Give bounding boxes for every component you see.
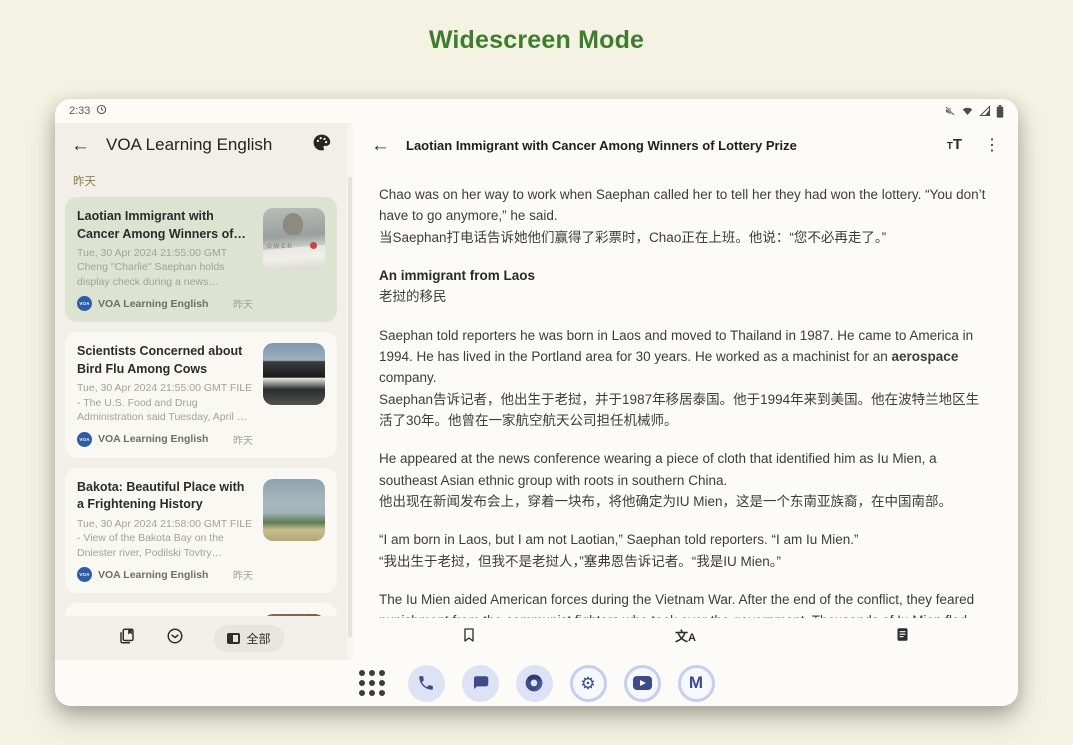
youtube-play-icon xyxy=(633,676,652,690)
article-card-title: Language Is "What Makes Us Human" in New… xyxy=(77,614,253,616)
article-thumbnail xyxy=(263,343,325,405)
paragraph-zh: “我出生于老挝，但我不是老挝人，”塞弗恩告诉记者。“我是IU Mien。” xyxy=(379,551,990,572)
section-heading: An immigrant from Laos 老挝的移民 xyxy=(379,265,990,308)
overflow-menu-icon[interactable]: ⋮ xyxy=(984,135,1000,155)
paragraph-zh: 他出现在新闻发布会上，穿着一块布，将他确定为IU Mien，这是一个东南亚族裔，… xyxy=(379,491,990,512)
article-card-snippet: Tue, 30 Apr 2024 21:55:00 GMT FILE - The… xyxy=(77,381,253,424)
article-card[interactable]: Bakota: Beautiful Place with a Frighteni… xyxy=(65,468,337,593)
voa-logo: VOA xyxy=(77,296,92,311)
page-title: Widescreen Mode xyxy=(0,0,1073,55)
filter-all-label: 全部 xyxy=(246,630,270,647)
feed-filter-icon xyxy=(227,633,240,644)
paragraph-en: The Iu Mien aided American forces during… xyxy=(379,589,990,618)
taskbar-dock: ⚙ M xyxy=(55,660,1018,706)
reader-title: Laotian Immigrant with Cancer Among Winn… xyxy=(406,138,931,153)
article-view-icon[interactable] xyxy=(895,626,910,648)
wifi-icon xyxy=(961,105,974,117)
text-size-icon[interactable]: TT xyxy=(947,136,962,154)
youtube-app-icon[interactable] xyxy=(624,665,661,702)
article-list-pane: ← VOA Learning English 昨天 Laotian Immigr… xyxy=(55,123,347,660)
cell-signal-icon xyxy=(979,105,991,117)
battery-icon xyxy=(996,105,1004,118)
heading-zh: 老挝的移民 xyxy=(379,286,990,307)
article-time: 昨天 xyxy=(233,296,253,311)
gmail-app-icon[interactable]: M xyxy=(678,665,715,702)
paragraph: “I am born in Laos, but I am not Laotian… xyxy=(379,529,990,572)
vocabulary-word[interactable]: aerospace xyxy=(892,349,959,364)
paragraph: He appeared at the news conference weari… xyxy=(379,448,990,512)
article-card[interactable]: Laotian Immigrant with Cancer Among Winn… xyxy=(65,197,337,322)
bookmark-icon[interactable] xyxy=(461,626,477,649)
article-card-title: Bakota: Beautiful Place with a Frighteni… xyxy=(77,479,253,514)
date-section-label: 昨天 xyxy=(55,167,347,197)
reader-pane: ← Laotian Immigrant with Cancer Among Wi… xyxy=(353,123,1018,660)
voa-logo: VOA xyxy=(77,567,92,582)
messages-app-icon[interactable] xyxy=(462,665,499,702)
article-card-snippet: Tue, 30 Apr 2024 21:55:00 GMT Cheng "Cha… xyxy=(77,246,253,289)
paragraph-en: Chao was on her way to work when Saephan… xyxy=(379,184,990,227)
filter-all-chip[interactable]: 全部 xyxy=(214,625,283,652)
translate-icon[interactable]: 文A xyxy=(675,626,696,645)
back-icon[interactable]: ← xyxy=(71,136,90,155)
paragraph-en: “I am born in Laos, but I am not Laotian… xyxy=(379,529,990,550)
article-thumbnail xyxy=(263,614,325,616)
mute-icon xyxy=(944,105,956,117)
article-body: Chao was on her way to work when Saephan… xyxy=(353,167,1018,618)
settings-app-icon[interactable]: ⚙ xyxy=(570,665,607,702)
saved-pages-icon[interactable] xyxy=(118,627,136,650)
paragraph-zh: Saephan告诉记者，他出生于老挝，并于1987年移居泰国。他于1994年来到… xyxy=(379,389,990,432)
article-source: VOA Learning English xyxy=(98,298,227,310)
paragraph: Saephan told reporters he was born in La… xyxy=(379,325,990,432)
status-bar: 2:33 xyxy=(55,99,1018,123)
reader-toolbar: 文A xyxy=(353,618,1018,660)
chrome-app-icon[interactable] xyxy=(516,665,553,702)
status-time: 2:33 xyxy=(69,105,90,117)
article-thumbnail xyxy=(263,479,325,541)
paragraph-zh: 当Saephan打电话告诉她他们赢得了彩票时，Chao正在上班。他说：“您不必再… xyxy=(379,227,990,248)
article-card-snippet: Tue, 30 Apr 2024 21:58:00 GMT FILE - Vie… xyxy=(77,517,253,560)
article-source: VOA Learning English xyxy=(98,569,227,581)
paragraph: Chao was on her way to work when Saephan… xyxy=(379,184,990,248)
article-time: 昨天 xyxy=(233,432,253,447)
article-card-title: Scientists Concerned about Bird Flu Amon… xyxy=(77,343,253,378)
article-thumbnail: OWER xyxy=(263,208,325,270)
article-card-list: Laotian Immigrant with Cancer Among Winn… xyxy=(55,197,347,616)
app-drawer-icon[interactable] xyxy=(359,670,385,696)
paragraph-en: He appeared at the news conference weari… xyxy=(379,448,990,491)
theme-palette-icon[interactable] xyxy=(312,133,331,157)
voa-logo: VOA xyxy=(77,432,92,447)
back-icon[interactable]: ← xyxy=(371,136,390,155)
article-card[interactable]: Scientists Concerned about Bird Flu Amon… xyxy=(65,332,337,457)
paragraph-en: Saephan told reporters he was born in La… xyxy=(379,325,990,389)
device-frame: 2:33 ← VOA Learning English xyxy=(55,99,1018,706)
article-card[interactable]: Language Is "What Makes Us Human" in New… xyxy=(65,603,337,616)
heading-en: An immigrant from Laos xyxy=(379,265,990,286)
feed-title: VOA Learning English xyxy=(106,135,296,155)
clock-icon xyxy=(96,104,107,118)
phone-app-icon[interactable] xyxy=(408,665,445,702)
article-source: VOA Learning English xyxy=(98,433,227,445)
paragraph: The Iu Mien aided American forces during… xyxy=(379,589,990,618)
mail-icon[interactable] xyxy=(166,627,184,650)
article-card-title: Laotian Immigrant with Cancer Among Winn… xyxy=(77,208,253,243)
article-time: 昨天 xyxy=(233,567,253,582)
list-bottom-bar: 全部 xyxy=(55,616,347,660)
